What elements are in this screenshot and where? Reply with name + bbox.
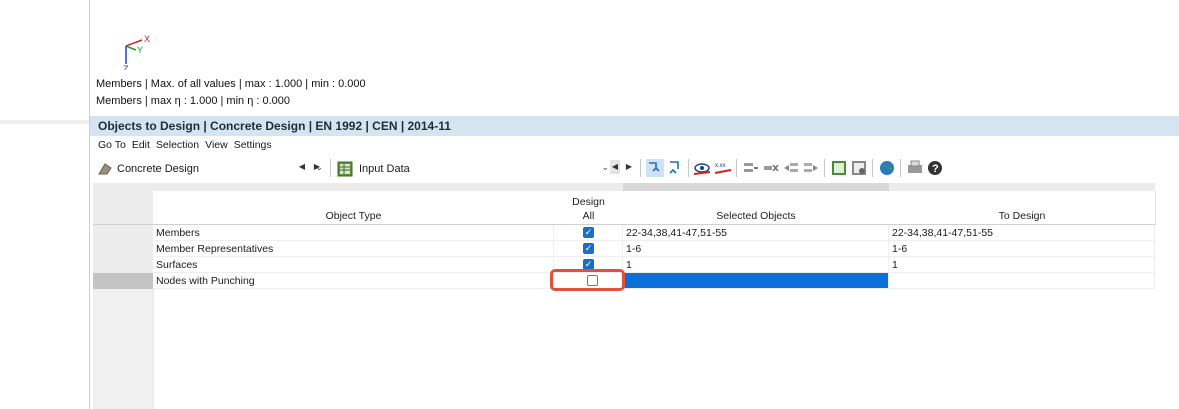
object-type-cell[interactable]: Member Representatives [153,241,554,257]
show-values-icon[interactable]: x.xx [714,159,732,177]
toolbar-separator [640,159,641,177]
result-info-line-2: Members | max η : 1.000 | min η : 0.000 [96,95,291,107]
toolbar-separator [736,159,737,177]
prev-table-button[interactable]: ◀ [610,160,620,174]
design-checkbox[interactable]: ✓ [583,243,594,254]
object-type-cell[interactable]: Nodes with Punching [153,273,554,289]
row-header-corner [93,191,153,225]
table-row[interactable]: Surfaces ✓ 1 1 [93,257,1179,274]
toolbar-separator [872,159,873,177]
next-module-button[interactable]: ▶ [312,160,322,174]
visibility-icon[interactable] [693,159,711,177]
row-header[interactable] [93,273,153,290]
toolbar-separator [688,159,689,177]
design-all-header-label: All [582,210,595,222]
table-row[interactable]: Member Representatives ✓ 1-6 1-6 [93,241,1179,258]
object-type-header-label: Object Type [325,210,382,222]
panel-title: Objects to Design | Concrete Design | EN… [90,116,1179,136]
axis-x-label: X [144,34,150,44]
panel-toolbar: Concrete Design ⌄ ◀ ▶ Input Data ⌄ ◀ ▶ x… [90,156,1179,180]
to-design-cell: 1-6 [889,241,1155,257]
model-viewport[interactable]: X Y Z Members | Max. of all values | max… [90,0,1179,116]
table-settings-icon[interactable] [850,159,868,177]
left-navigator-pane [0,0,90,409]
table-combo-value: Input Data [359,162,410,175]
menu-edit[interactable]: Edit [132,137,150,153]
column-band [153,183,623,191]
to-design-cell: 22-34,38,41-47,51-55 [889,225,1155,241]
result-info-line-1: Members | Max. of all values | max : 1.0… [96,78,366,90]
svg-text:?: ? [932,163,939,175]
row-header[interactable] [93,257,153,274]
table-row[interactable]: Members ✓ 22-34,38,41-47,51-55 22-34,38,… [93,225,1179,242]
toolbar-separator [900,159,901,177]
callout-highlight-box [550,269,625,291]
next-table-button[interactable]: ▶ [624,160,634,174]
axis-y-label: Y [137,45,143,55]
export-table-icon[interactable] [830,159,848,177]
design-cell[interactable]: ✓ [554,225,623,241]
concrete-module-icon [98,162,112,174]
object-type-cell[interactable]: Surfaces [153,257,554,273]
help-icon[interactable]: ? [926,159,944,177]
design-cell[interactable]: ✓ [554,241,623,257]
object-type-cell[interactable]: Members [153,225,554,241]
move-row-down-icon[interactable] [802,159,820,177]
to-design-cell: 1 [889,257,1155,273]
menu-settings[interactable]: Settings [234,137,272,153]
delete-row-icon[interactable] [762,159,780,177]
column-header-design[interactable]: Design All [554,191,624,225]
chevron-down-icon: ⌄ [601,162,609,172]
prev-module-button[interactable]: ◀ [297,160,307,174]
menu-selection[interactable]: Selection [156,137,199,153]
globe-icon[interactable] [878,159,896,177]
module-combo[interactable]: Concrete Design ⌄ [96,158,324,179]
row-header[interactable] [93,241,153,258]
table-row-active[interactable]: Nodes with Punching [93,273,1179,290]
grid-line [153,289,154,409]
select-objects-icon[interactable] [646,159,664,177]
row-header[interactable] [93,225,153,242]
axis-z-label: Z [123,64,129,70]
module-combo-value: Concrete Design [117,162,199,175]
column-band [889,183,1155,191]
move-row-up-icon[interactable] [782,159,800,177]
insert-row-icon[interactable] [742,159,760,177]
selected-objects-cell[interactable]: 22-34,38,41-47,51-55 [623,225,889,241]
coordinate-axes-icon: X Y Z [123,34,150,70]
toolbar-separator [824,159,825,177]
design-header-label: Design [572,196,605,208]
menu-go-to[interactable]: Go To [98,137,126,153]
design-checkbox[interactable]: ✓ [583,227,594,238]
to-design-cell [889,273,1155,289]
objects-to-design-table: Object Type Design All Selected Objects … [93,183,1179,409]
row-header-column [93,289,153,409]
table-combo[interactable]: Input Data ⌄ [336,158,610,179]
row-header-band [93,183,153,191]
toolbar-separator [330,159,331,177]
selected-objects-cell[interactable]: 1-6 [623,241,889,257]
column-header-selected-objects[interactable]: Selected Objects [623,191,890,225]
column-band [623,183,889,191]
selected-objects-cell[interactable]: 1 [623,257,889,273]
selected-objects-header-label: Selected Objects [716,210,796,222]
menu-view[interactable]: View [205,137,228,153]
table-icon [337,161,353,176]
print-table-icon[interactable] [906,159,924,177]
selected-objects-cell-selected[interactable] [623,273,889,289]
pane-divider [0,120,89,124]
column-header-object-type[interactable]: Object Type [153,191,555,225]
svg-text:x.xx: x.xx [715,163,726,169]
deselect-objects-icon[interactable] [666,159,684,177]
panel-menubar: Go To Edit Selection View Settings [90,137,272,153]
column-header-to-design[interactable]: To Design [889,191,1156,225]
to-design-header-label: To Design [998,210,1046,222]
